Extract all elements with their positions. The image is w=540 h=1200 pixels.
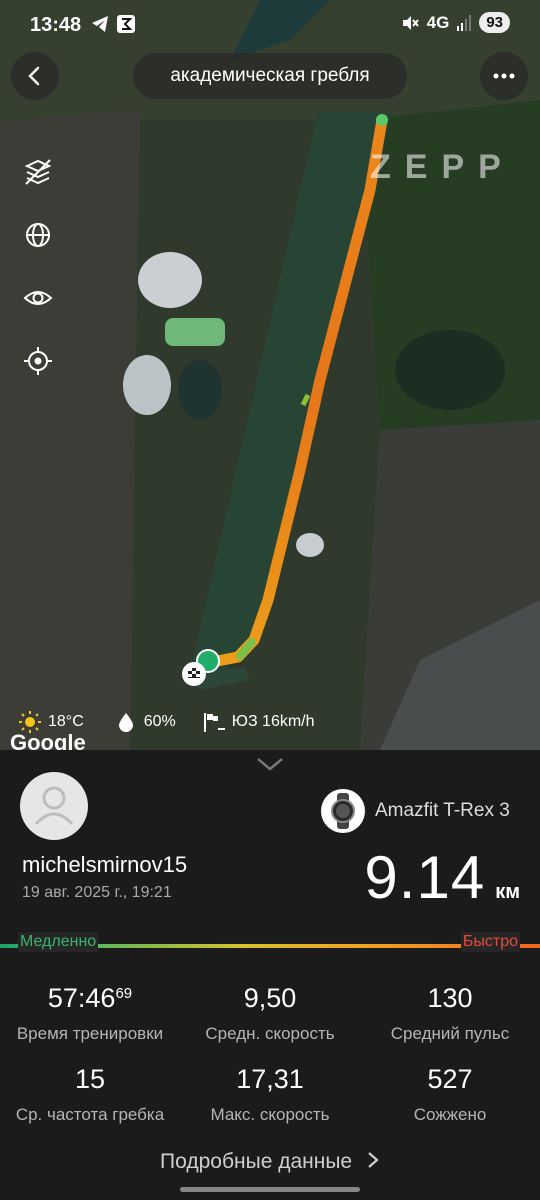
battery-level: 93 xyxy=(479,12,510,33)
stat-value: 130 xyxy=(427,983,473,1013)
workout-date: 19 авг. 2025 г., 19:21 xyxy=(22,884,172,901)
stat-label: Время тренировки xyxy=(16,1024,164,1043)
stat-value: 57:46 xyxy=(47,983,116,1013)
signal-icon xyxy=(457,14,472,31)
humidity: 60% xyxy=(143,713,176,730)
device-name: Amazfit T-Rex 3 xyxy=(375,800,510,821)
stat-value: 15 xyxy=(74,1064,106,1094)
stat-value-centiseconds: 69 xyxy=(115,985,133,1002)
stat-calories: 527 Сожжено xyxy=(360,1064,540,1125)
status-time: 13:48 xyxy=(30,14,82,36)
stat-stroke-rate: 15 Ср. частота гребка xyxy=(0,1064,180,1125)
status-indicators: 4G 93 xyxy=(401,12,510,33)
stat-label: Макс. скорость xyxy=(210,1105,330,1124)
temperature: 18°C xyxy=(48,713,84,730)
workout-title: академическая гребля xyxy=(133,53,407,99)
route-map[interactable] xyxy=(0,0,540,750)
stat-label: Сожжено xyxy=(413,1105,487,1124)
layers-off-icon[interactable] xyxy=(22,156,54,188)
stat-max-speed: 17,31 Макс. скорость xyxy=(180,1064,360,1125)
stat-label: Ср. частота гребка xyxy=(15,1105,165,1124)
locate-icon[interactable] xyxy=(22,345,54,377)
stat-avg-speed: 9,50 Средн. скорость xyxy=(180,983,360,1044)
stat-label: Средн. скорость xyxy=(205,1024,335,1043)
zepp-watermark: ZEPP xyxy=(370,148,515,186)
username: michelsmirnov15 xyxy=(22,852,188,877)
satellite-map-image xyxy=(0,0,540,750)
avatar[interactable] xyxy=(20,772,88,840)
detailed-data-button[interactable]: Подробные данные xyxy=(0,1150,540,1174)
globe-icon[interactable] xyxy=(22,219,54,251)
watch-icon xyxy=(321,789,365,833)
humidity-drop-icon xyxy=(118,713,133,732)
distance-value: 9.14 xyxy=(364,844,486,911)
back-arrow-icon xyxy=(28,66,40,86)
speed-slow-label: Медленно xyxy=(18,932,99,952)
stat-value: 527 xyxy=(427,1064,473,1094)
stat-value: 9,50 xyxy=(243,983,297,1013)
chevron-right-icon xyxy=(368,1152,379,1168)
stat-label: Средний пульс xyxy=(390,1024,510,1043)
default-avatar-icon xyxy=(34,786,74,826)
distance-unit: км xyxy=(495,881,520,903)
telegram-icon xyxy=(92,16,108,32)
app-notification-icon xyxy=(117,15,135,33)
status-bar: 13:48 4G 93 xyxy=(0,0,540,50)
eye-icon[interactable] xyxy=(22,282,54,314)
back-button[interactable] xyxy=(11,52,59,100)
stat-workout-time: 57:4669 Время тренировки xyxy=(0,983,180,1044)
stat-value: 17,31 xyxy=(236,1064,304,1094)
stat-avg-heart-rate: 130 Средний пульс xyxy=(360,983,540,1044)
collapse-chevron-icon[interactable] xyxy=(255,756,285,772)
wind: ЮЗ 16km/h xyxy=(231,713,315,730)
speed-fast-label: Быстро xyxy=(460,932,520,952)
distance: 9.14 км xyxy=(364,843,520,912)
more-options-button[interactable] xyxy=(480,52,528,100)
detailed-data-label: Подробные данные xyxy=(160,1150,353,1173)
more-dots-icon xyxy=(493,73,515,79)
wind-icon xyxy=(203,713,225,732)
mute-icon xyxy=(402,15,419,30)
home-indicator[interactable] xyxy=(180,1187,360,1192)
network-type: 4G xyxy=(426,12,450,32)
